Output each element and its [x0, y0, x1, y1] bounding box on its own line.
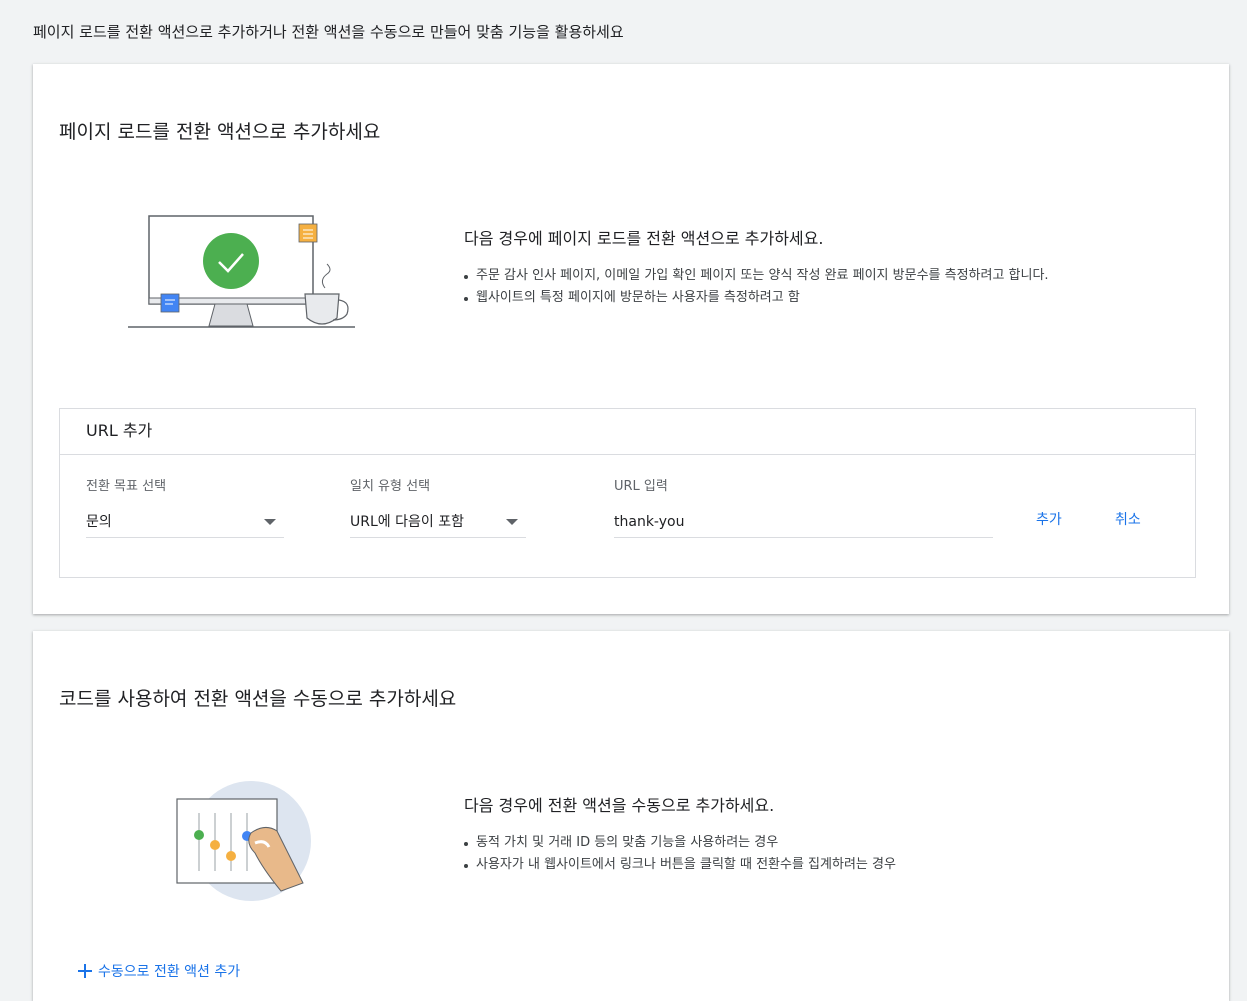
list-item: 주문 감사 인사 페이지, 이메일 가입 확인 페이지 또는 양식 작성 완료 …	[464, 265, 1049, 287]
page-load-bullet-list: 주문 감사 인사 페이지, 이메일 가입 확인 페이지 또는 양식 작성 완료 …	[464, 265, 1049, 309]
hand-sliders-illustration	[173, 779, 313, 903]
monitor-checkmark-illustration	[125, 210, 357, 334]
manual-card-title: 코드를 사용하여 전환 액션을 수동으로 추가하세요	[59, 688, 457, 710]
match-type-field: 일치 유형 선택 URL에 다음이 포함	[350, 475, 526, 538]
url-input-value: thank-you	[614, 514, 685, 530]
add-manual-conversion-button[interactable]: 수동으로 전환 액션 추가	[78, 961, 240, 981]
page-load-card: 페이지 로드를 전환 액션으로 추가하세요 다음 경우에 페이지 로드를 전환 …	[33, 64, 1229, 614]
page-header: 페이지 로드를 전환 액션으로 추가하거나 전환 액션을 수동으로 만들어 맞춤…	[33, 23, 624, 41]
add-manual-conversion-label: 수동으로 전환 액션 추가	[98, 964, 241, 980]
chevron-down-icon	[264, 519, 276, 525]
url-add-panel: URL 추가 전환 목표 선택 문의 일치 유형 선택 URL에 다음이 포함 …	[59, 408, 1196, 578]
page-load-card-title: 페이지 로드를 전환 액션으로 추가하세요	[59, 121, 381, 143]
goal-select-value: 문의	[86, 514, 112, 530]
manual-desc-title: 다음 경우에 전환 액션을 수동으로 추가하세요.	[464, 796, 775, 815]
list-item: 동적 가치 및 거래 ID 등의 맞춤 기능을 사용하려는 경우	[464, 832, 896, 854]
plus-icon	[78, 964, 92, 978]
goal-select-field: 전환 목표 선택 문의	[86, 475, 284, 538]
chevron-down-icon	[506, 519, 518, 525]
manual-description: 다음 경우에 전환 액션을 수동으로 추가하세요. 동적 가치 및 거래 ID …	[464, 792, 896, 876]
url-input[interactable]: thank-you	[614, 512, 993, 538]
match-type-dropdown[interactable]: URL에 다음이 포함	[350, 512, 526, 538]
goal-select-label: 전환 목표 선택	[86, 479, 167, 494]
page-load-description: 다음 경우에 페이지 로드를 전환 액션으로 추가하세요. 주문 감사 인사 페…	[464, 225, 1049, 309]
match-type-label: 일치 유형 선택	[350, 479, 431, 494]
list-item: 웹사이트의 특정 페이지에 방문하는 사용자를 측정하려고 함	[464, 287, 1049, 309]
url-input-field: URL 입력 thank-you	[614, 475, 993, 538]
manual-bullet-list: 동적 가치 및 거래 ID 등의 맞춤 기능을 사용하려는 경우 사용자가 내 …	[464, 832, 896, 876]
manual-conversion-card: 코드를 사용하여 전환 액션을 수동으로 추가하세요 다음 경우에 전환 액션을…	[33, 631, 1229, 1001]
match-type-value: URL에 다음이 포함	[350, 514, 464, 530]
url-panel-title: URL 추가	[60, 409, 1195, 455]
cancel-button[interactable]: 취소	[1115, 509, 1141, 529]
url-input-label: URL 입력	[614, 479, 668, 494]
add-url-button[interactable]: 추가	[1036, 509, 1062, 529]
goal-select-dropdown[interactable]: 문의	[86, 512, 284, 538]
list-item: 사용자가 내 웹사이트에서 링크나 버튼을 클릭할 때 전환수를 집계하려는 경…	[464, 854, 896, 876]
page-load-desc-title: 다음 경우에 페이지 로드를 전환 액션으로 추가하세요.	[464, 229, 824, 248]
